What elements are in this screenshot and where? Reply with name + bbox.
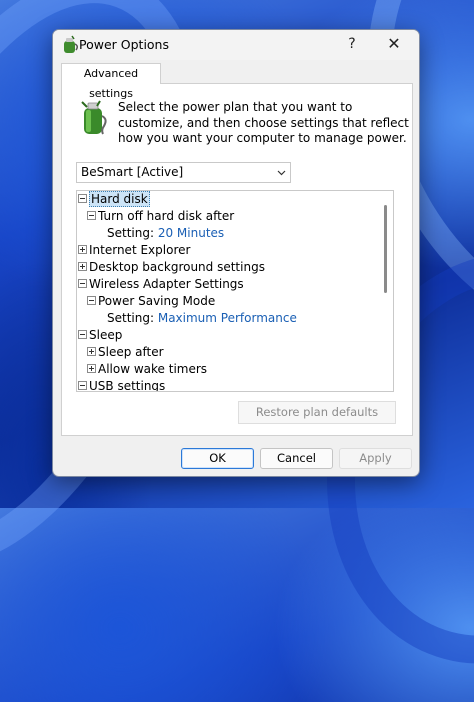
settings-tree[interactable]: Hard disk Turn off hard disk after Setti… — [76, 190, 394, 392]
power-plan-dropdown[interactable]: BeSmart [Active] — [76, 162, 291, 183]
setting-label: Setting: — [107, 311, 155, 325]
setting-value-link[interactable]: Maximum Performance — [158, 311, 297, 325]
tree-scrollbar[interactable] — [384, 205, 387, 293]
tree-item-wireless-adapter[interactable]: Wireless Adapter Settings — [78, 276, 244, 293]
power-plan-icon — [64, 35, 79, 53]
help-button[interactable]: ? — [341, 34, 363, 54]
battery-plug-icon — [81, 100, 107, 135]
tree-item-setting[interactable]: Setting: 20 Minutes — [107, 225, 224, 242]
tab-advanced-settings[interactable]: Advanced settings — [61, 63, 161, 100]
collapse-icon[interactable] — [87, 211, 96, 220]
tree-item-label: Wireless Adapter Settings — [89, 277, 244, 291]
setting-value-link[interactable]: 20 Minutes — [158, 226, 224, 240]
title-bar[interactable]: Power Options ? ✕ — [53, 30, 419, 60]
tree-item-label: Turn off hard disk after — [98, 209, 235, 223]
tree-item-internet-explorer[interactable]: Internet Explorer — [78, 242, 190, 259]
expand-icon[interactable] — [78, 245, 87, 254]
tree-item-setting[interactable]: Setting: Maximum Performance — [107, 310, 297, 327]
instructions-text: Select the power plan that you want to c… — [118, 100, 409, 145]
collapse-icon[interactable] — [78, 194, 87, 203]
window-title: Power Options — [79, 37, 169, 52]
tree-item-allow-wake-timers[interactable]: Allow wake timers — [87, 361, 207, 378]
power-options-dialog: Power Options ? ✕ Advanced settings Sele… — [52, 29, 420, 477]
tree-item-sleep[interactable]: Sleep — [78, 327, 122, 344]
apply-button[interactable]: Apply — [339, 448, 412, 469]
tree-item-power-saving-mode[interactable]: Power Saving Mode — [87, 293, 215, 310]
expand-icon[interactable] — [87, 364, 96, 373]
tree-item-label: Sleep after — [98, 345, 164, 359]
collapse-icon[interactable] — [78, 279, 87, 288]
tree-item-label: Desktop background settings — [89, 260, 265, 274]
tree-item-turn-off-hard-disk[interactable]: Turn off hard disk after — [87, 208, 234, 225]
tree-item-desktop-background[interactable]: Desktop background settings — [78, 259, 265, 276]
tree-item-label: Power Saving Mode — [98, 294, 216, 308]
tree-item-label: USB settings — [89, 379, 166, 392]
power-plan-value: BeSmart [Active] — [81, 165, 184, 179]
expand-icon[interactable] — [87, 347, 96, 356]
collapse-icon[interactable] — [87, 296, 96, 305]
tree-item-label: Allow wake timers — [98, 362, 208, 376]
collapse-icon[interactable] — [78, 330, 87, 339]
expand-icon[interactable] — [78, 262, 87, 271]
tree-item-sleep-after[interactable]: Sleep after — [87, 344, 164, 361]
chevron-down-icon — [277, 170, 286, 176]
tree-item-label: Sleep — [89, 328, 123, 342]
tree-item-label: Hard disk — [89, 191, 150, 207]
close-button[interactable]: ✕ — [383, 34, 405, 54]
settings-panel: Select the power plan that you want to c… — [61, 83, 413, 436]
tree-item-hard-disk[interactable]: Hard disk — [78, 191, 150, 208]
tree-item-usb-settings[interactable]: USB settings — [78, 378, 166, 392]
tree-item-label: Internet Explorer — [89, 243, 191, 257]
collapse-icon[interactable] — [78, 381, 87, 390]
ok-button[interactable]: OK — [181, 448, 254, 469]
restore-plan-defaults-button[interactable]: Restore plan defaults — [238, 401, 396, 424]
cancel-button[interactable]: Cancel — [260, 448, 333, 469]
setting-label: Setting: — [107, 226, 155, 240]
